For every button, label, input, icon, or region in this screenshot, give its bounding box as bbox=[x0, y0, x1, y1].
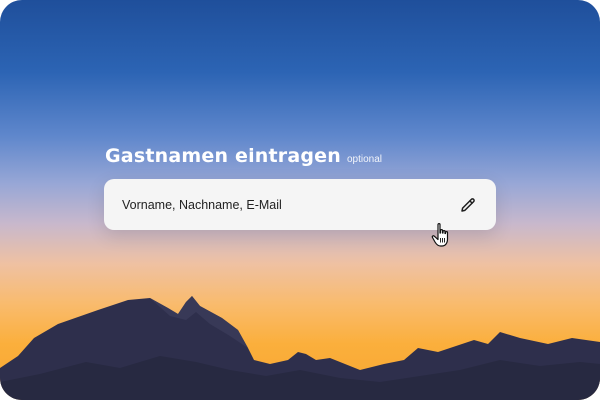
optional-hint: optional bbox=[347, 154, 383, 165]
pencil-icon[interactable] bbox=[458, 195, 478, 215]
app-frame: Gastnamen eintragen optional bbox=[0, 0, 600, 400]
field-label: Gastnamen eintragen optional bbox=[105, 145, 382, 167]
mountain-silhouette bbox=[0, 296, 600, 400]
hand-pointer-icon bbox=[431, 223, 449, 247]
guest-name-input[interactable] bbox=[122, 197, 458, 212]
field-title: Gastnamen eintragen bbox=[105, 145, 341, 167]
